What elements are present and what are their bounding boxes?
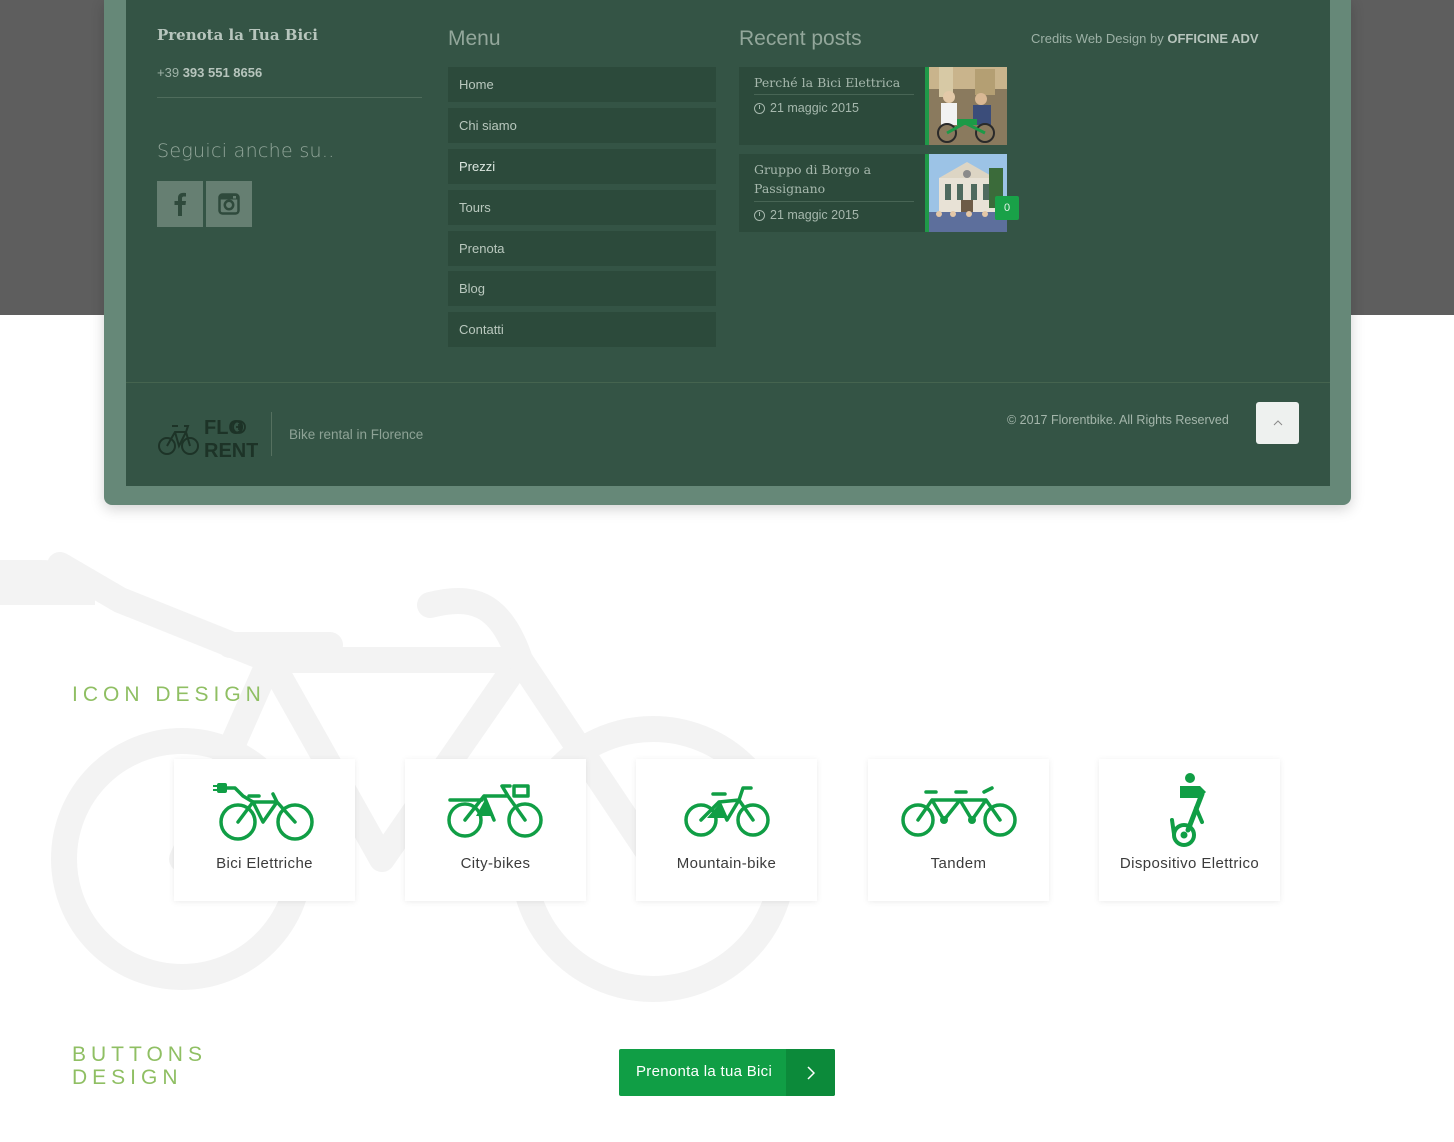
booking-title: Prenota la Tua Bici: [157, 26, 318, 44]
footer-frame: Prenota la Tua Bici +39 393 551 8656 Seg…: [104, 0, 1351, 505]
credits-company-link[interactable]: OFFICINE ADV: [1167, 31, 1258, 46]
chevron-up-icon: [1273, 420, 1282, 426]
icon-design-title: ICON DESIGN: [72, 683, 266, 706]
post-date: 21 maggic 2015: [754, 101, 859, 115]
recent-posts-title: Recent posts: [739, 27, 862, 50]
book-bike-button[interactable]: Prenonta la tua Bici: [619, 1049, 835, 1096]
card-label: Bici Elettriche: [216, 855, 313, 872]
post-item[interactable]: Perché la Bici Elettrica 21 maggic 2015: [739, 67, 1007, 145]
post-divider: [754, 201, 914, 202]
clock-icon: [754, 209, 765, 221]
card-label: Dispositivo Elettrico: [1119, 855, 1260, 872]
card-label: Mountain-bike: [676, 855, 777, 872]
post-date: 21 maggic 2015: [754, 208, 859, 222]
service-card-tandem[interactable]: Tandem: [868, 759, 1049, 901]
chevron-right-icon: [806, 1065, 815, 1080]
cta-arrow: [786, 1049, 835, 1096]
church-photo: [929, 154, 1007, 232]
segway-icon: [1169, 773, 1206, 847]
cyclists-photo: [929, 67, 1007, 145]
service-card-segway[interactable]: Dispositivo Elettrico: [1099, 759, 1280, 901]
post-title[interactable]: Gruppo di Borgo a Passignano: [754, 160, 914, 198]
phone-number[interactable]: +39 393 551 8656: [157, 65, 262, 80]
service-card-electric-bike[interactable]: Bici Elettriche: [174, 759, 355, 901]
post-thumbnail[interactable]: [929, 154, 1007, 232]
back-to-top-button[interactable]: [1256, 402, 1299, 444]
social-title: Seguici anche su..: [157, 140, 335, 162]
post-title[interactable]: Perché la Bici Elettrica: [754, 73, 914, 92]
card-label: Tandem: [930, 855, 987, 872]
tandem-bike-icon: [900, 786, 1017, 837]
tagline: Bike rental in Florence: [289, 427, 424, 442]
bike-logo-icon: [158, 425, 199, 455]
service-card-mountain-bike[interactable]: Mountain-bike: [636, 759, 817, 901]
logo-separator: [271, 412, 272, 456]
comments-count-badge[interactable]: 0: [995, 196, 1019, 220]
buttons-design-title: BUTTONS DESIGN: [72, 1043, 207, 1089]
credits: Credits Web Design by OFFICINE ADV: [1031, 31, 1259, 46]
menu-item-prenota[interactable]: Prenota: [448, 231, 716, 266]
city-bike-icon: [446, 784, 543, 838]
menu-item-tours[interactable]: Tours: [448, 190, 716, 225]
menu-item-prezzi[interactable]: Prezzi: [448, 149, 716, 184]
post-divider: [754, 94, 914, 95]
electric-bike-icon: [212, 783, 314, 841]
post-thumbnail[interactable]: [929, 67, 1007, 145]
menu-item-chi-siamo[interactable]: Chi siamo: [448, 108, 716, 143]
cta-label: Prenonta la tua Bici: [636, 1063, 773, 1080]
menu-item-contatti[interactable]: Contatti: [448, 312, 716, 347]
menu-item-home[interactable]: Home: [448, 67, 716, 102]
menu-item-blog[interactable]: Blog: [448, 271, 716, 306]
footer-panel: Prenota la Tua Bici +39 393 551 8656 Seg…: [126, 0, 1330, 486]
footer-divider: [126, 382, 1330, 383]
menu-title: Menu: [448, 27, 501, 50]
clock-icon: [754, 102, 765, 114]
post-item[interactable]: Gruppo di Borgo a Passignano 21 maggic 2…: [739, 154, 1007, 232]
mountain-bike-icon: [683, 786, 770, 837]
facebook-button[interactable]: [157, 181, 203, 227]
card-label: City-bikes: [460, 855, 531, 872]
logo-text-line2: RENT: [204, 440, 258, 460]
facebook-icon: [174, 192, 186, 216]
service-card-city-bike[interactable]: City-bikes: [405, 759, 586, 901]
instagram-icon: [218, 193, 240, 215]
divider: [157, 97, 422, 98]
instagram-button[interactable]: [206, 181, 252, 227]
florent-logo[interactable]: FLO RENT: [158, 414, 258, 465]
copyright: © 2017 Florentbike. All Rights Reserved: [1007, 413, 1229, 427]
